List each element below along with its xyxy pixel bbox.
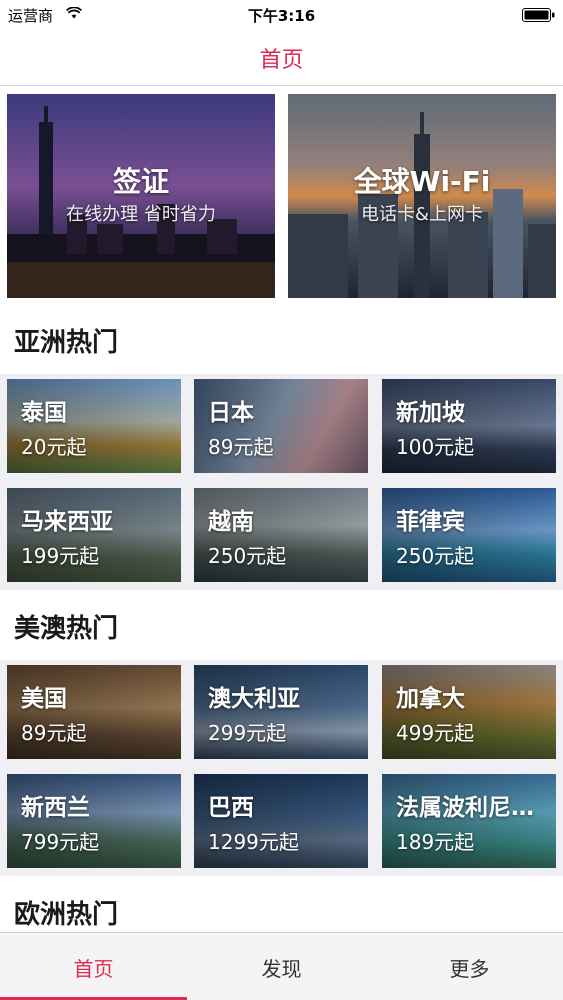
wifi-banner[interactable]: 全球Wi-Fi 电话卡&上网卡 [288,94,556,298]
destination-name: 新西兰 [21,795,90,821]
destination-name: 菲律宾 [396,509,465,535]
tab-bar: 首页 发现 更多 [0,932,563,1000]
destination-tile-usa[interactable]: 美国 89元起 [7,665,181,759]
destination-name: 泰国 [21,400,67,426]
tab-home[interactable]: 首页 [0,933,187,1000]
visa-banner-subtitle: 在线办理 省时省力 [66,204,216,225]
section-header-americas: 美澳热门 [0,590,563,660]
destination-name: 越南 [208,509,254,535]
destination-price: 799元起 [21,830,100,854]
tab-label: 首页 [73,957,114,981]
wifi-banner-subtitle: 电话卡&上网卡 [360,204,484,225]
section-header-asia: 亚洲热门 [0,304,563,374]
destination-tile-japan[interactable]: 日本 89元起 [194,379,368,473]
destination-tile-thailand[interactable]: 泰国 20元起 [7,379,181,473]
destination-tile-singapore[interactable]: 新加坡 100元起 [382,379,556,473]
destination-price: 89元起 [208,435,274,459]
visa-banner-title: 签证 [112,165,169,198]
destination-tile-brazil[interactable]: 巴西 1299元起 [194,774,368,868]
destination-price: 20元起 [21,435,87,459]
destination-price: 499元起 [396,721,475,745]
tab-label: 更多 [449,957,490,981]
section-title: 亚洲热门 [14,328,119,358]
tab-more[interactable]: 更多 [376,933,563,1000]
destination-tile-malaysia[interactable]: 马来西亚 199元起 [7,488,181,582]
destination-price: 250元起 [208,544,287,568]
destination-price: 100元起 [396,435,475,459]
destination-name: 新加坡 [396,400,465,426]
destination-tile-french-polynesia[interactable]: 法属波利尼西亚 189元起 [382,774,556,868]
destination-tile-australia[interactable]: 澳大利亚 299元起 [194,665,368,759]
section-title: 美澳热门 [14,614,119,644]
destination-name: 美国 [21,686,67,712]
destination-name: 日本 [208,400,254,426]
americas-destination-grid: 美国 89元起 澳大利亚 299元起 加拿大 499元起 新西兰 799元起 巴… [0,660,563,876]
battery-icon [522,8,555,22]
destination-tile-vietnam[interactable]: 越南 250元起 [194,488,368,582]
wifi-banner-title: 全球Wi-Fi [353,165,491,198]
destination-price: 1299元起 [208,830,299,854]
destination-name: 法属波利尼西亚 [396,795,554,821]
destination-price: 89元起 [21,721,87,745]
asia-destination-grid: 泰国 20元起 日本 89元起 新加坡 100元起 马来西亚 199元起 越南 … [0,374,563,590]
destination-name: 加拿大 [396,686,465,712]
destination-tile-new-zealand[interactable]: 新西兰 799元起 [7,774,181,868]
destination-price: 199元起 [21,544,100,568]
clock: 下午3:16 [247,7,316,25]
navigation-bar: 首页 [0,30,563,86]
page-title: 首页 [259,48,304,73]
visa-banner[interactable]: 签证 在线办理 省时省力 [7,94,275,298]
tab-discover[interactable]: 发现 [188,933,375,1000]
destination-name: 马来西亚 [21,509,113,535]
destination-name: 巴西 [208,795,254,821]
destination-price: 299元起 [208,721,287,745]
destination-price: 250元起 [396,544,475,568]
status-bar: 运营商 下午3:16 [0,0,563,30]
tab-label: 发现 [261,957,302,981]
section-title: 欧洲热门 [14,900,119,930]
destination-price: 189元起 [396,830,475,854]
destination-tile-philippines[interactable]: 菲律宾 250元起 [382,488,556,582]
destination-name: 澳大利亚 [208,686,300,712]
destination-tile-canada[interactable]: 加拿大 499元起 [382,665,556,759]
